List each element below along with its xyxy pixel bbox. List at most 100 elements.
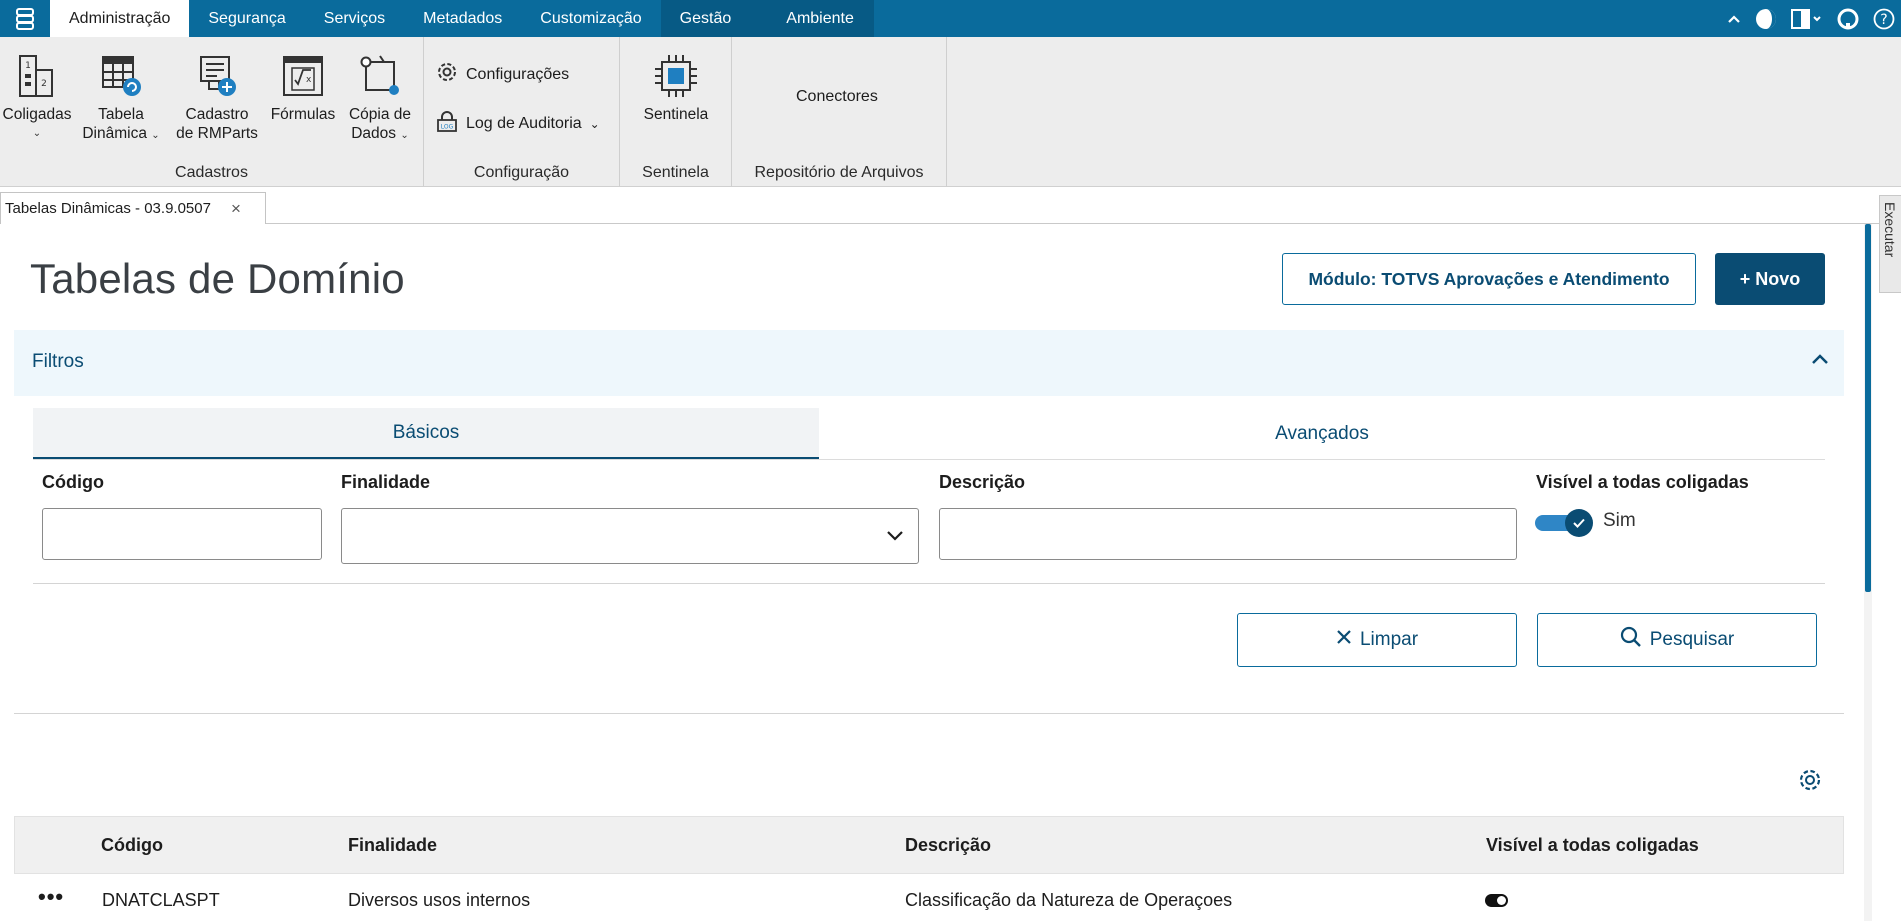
copia-dados-label-2: Dados	[351, 125, 397, 142]
filters-header[interactable]: Filtros	[14, 330, 1844, 396]
chevron-down-icon: ⌄	[32, 128, 42, 139]
cadastro-rmparts-label-2: de RMParts	[176, 125, 258, 142]
table-settings-gear-icon[interactable]	[1797, 767, 1823, 798]
document-tab[interactable]: Tabelas Dinâmicas - 03.9.0507 ×	[0, 192, 266, 224]
layout-icon[interactable]	[1791, 8, 1823, 30]
clear-button-label: Limpar	[1359, 629, 1419, 650]
scrollbar-thumb[interactable]	[1865, 224, 1871, 592]
svg-text:LOG: LOG	[441, 124, 454, 131]
column-header-visivel[interactable]: Visível a todas coligadas	[1486, 835, 1699, 856]
ribbon-group-repositorio: Conectores Repositório de Arquivos	[732, 37, 947, 187]
cell-descricao: Classificação da Natureza de Operaçoes	[905, 890, 1233, 910]
finalidade-select[interactable]	[341, 508, 919, 564]
search-button-label: Pesquisar	[1649, 629, 1735, 650]
column-header-codigo[interactable]: Código	[101, 835, 163, 856]
visivel-label: Visível a todas coligadas	[1536, 472, 1749, 492]
formulas-label: Fórmulas	[270, 106, 336, 123]
visivel-toggle[interactable]	[1535, 509, 1593, 537]
cadastro-rmparts-button[interactable]: Cadastro de RMParts	[170, 51, 264, 143]
conectores-button[interactable]: Conectores	[796, 88, 878, 106]
new-button[interactable]: + Novo	[1715, 253, 1825, 305]
top-menu-bar: Administração Segurança Serviços Metadad…	[0, 0, 1901, 37]
menu-tab-servicos[interactable]: Serviços	[305, 0, 404, 37]
table-refresh-icon	[99, 51, 143, 101]
copy-data-icon	[358, 51, 402, 101]
tab-basicos[interactable]: Básicos	[33, 408, 819, 460]
copia-dados-label-1: Cópia de	[348, 106, 412, 123]
coligadas-label: Coligadas	[2, 106, 72, 123]
building-icon: 12	[17, 51, 57, 101]
close-icon	[1336, 629, 1352, 651]
tabela-dinamica-button[interactable]: Tabela Dinâmica ⌄	[78, 51, 164, 145]
sentinela-button[interactable]: Sentinela	[634, 51, 718, 124]
formula-icon: x	[281, 51, 325, 101]
copia-dados-button[interactable]: Cópia de Dados ⌄	[342, 51, 418, 145]
chevron-up-icon[interactable]	[1810, 352, 1830, 371]
conectores-label: Conectores	[796, 88, 878, 105]
formulas-button[interactable]: x Fórmulas	[268, 51, 338, 124]
menu-tab-seguranca[interactable]: Segurança	[189, 0, 304, 37]
table-header: Código Finalidade Descrição Visível a to…	[14, 816, 1844, 874]
collapse-ribbon-icon[interactable]	[1727, 14, 1741, 24]
side-panel-tab[interactable]: Executar	[1879, 195, 1901, 293]
svg-text:?: ?	[1880, 12, 1887, 28]
section-divider	[14, 713, 1844, 714]
visivel-toggle-label: Sim	[1603, 510, 1636, 531]
descricao-input[interactable]	[939, 508, 1517, 560]
svg-text:2: 2	[41, 79, 47, 89]
log-lock-icon: LOG	[436, 110, 458, 137]
close-icon[interactable]: ×	[231, 199, 241, 219]
ribbon: 12 Coligadas ⌄ Tabela Dinâmica ⌄ Cadastr…	[0, 37, 1901, 187]
chevron-down-icon: ⌄	[589, 116, 600, 131]
chevron-down-icon: ⌄	[400, 130, 409, 141]
chevron-down-icon: ⌄	[151, 130, 160, 141]
totvs-logo-icon[interactable]	[1755, 8, 1777, 30]
tab-avancados[interactable]: Avançados	[819, 408, 1825, 460]
menu-tab-ambiente[interactable]: Ambiente	[750, 0, 874, 37]
log-auditoria-button[interactable]: LOG Log de Auditoria ⌄	[436, 110, 600, 137]
menu-tab-administracao[interactable]: Administração	[50, 0, 190, 37]
tabela-dinamica-label-1: Tabela	[98, 106, 144, 123]
finalidade-label: Finalidade	[341, 472, 431, 492]
svg-text:1: 1	[25, 61, 31, 71]
coligadas-button[interactable]: 12 Coligadas ⌄	[0, 51, 74, 143]
cell-codigo: DNATCLASPT	[102, 890, 220, 910]
configuracoes-label: Configurações	[466, 65, 570, 83]
column-header-descricao[interactable]: Descrição	[905, 835, 991, 856]
search-icon	[1620, 626, 1642, 654]
table-row[interactable]: ••• DNATCLASPT Diversos usos internos Cl…	[14, 874, 1844, 924]
filters-divider	[33, 583, 1825, 584]
row-actions-icon[interactable]: •••	[38, 884, 64, 910]
clear-button[interactable]: Limpar	[1237, 613, 1517, 667]
ribbon-group-sentinela: Sentinela Sentinela	[620, 37, 732, 187]
side-panel-label: Executar	[1882, 202, 1898, 258]
menu-tab-gestao[interactable]: Gestão	[660, 0, 751, 37]
form-add-icon	[195, 51, 239, 101]
ribbon-group-label-repositorio: Repositório de Arquivos	[754, 164, 924, 181]
tabela-dinamica-label-2: Dinâmica	[82, 125, 147, 142]
gear-icon	[436, 61, 458, 88]
ribbon-group-label-configuracao: Configuração	[473, 164, 570, 181]
filters-title: Filtros	[32, 351, 84, 372]
sentinela-label: Sentinela	[643, 106, 709, 123]
search-button[interactable]: Pesquisar	[1537, 613, 1817, 667]
document-tab-title: Tabelas Dinâmicas - 03.9.0507	[5, 200, 211, 217]
codigo-label: Código	[42, 472, 104, 492]
tabs-divider	[33, 459, 1825, 460]
column-header-finalidade[interactable]: Finalidade	[348, 835, 437, 856]
log-auditoria-label: Log de Auditoria	[466, 114, 582, 132]
cell-visivel-toggle	[1485, 894, 1508, 907]
chip-icon	[653, 51, 699, 101]
module-button[interactable]: Módulo: TOTVS Aprovações e Atendimento	[1282, 253, 1696, 305]
menu-tab-customizacao[interactable]: Customização	[521, 0, 660, 37]
ribbon-group-configuracao: Configurações LOG Log de Auditoria ⌄ Con…	[424, 37, 620, 187]
configuracoes-button[interactable]: Configurações	[436, 61, 569, 88]
page-title: Tabelas de Domínio	[30, 255, 405, 302]
app-menu-icon[interactable]	[0, 0, 50, 37]
check-icon	[1565, 509, 1593, 537]
codigo-input[interactable]	[42, 508, 322, 560]
descricao-label: Descrição	[939, 472, 1026, 492]
help-icon[interactable]: ?	[1873, 8, 1895, 30]
menu-tab-metadados[interactable]: Metadados	[404, 0, 521, 37]
support-icon[interactable]	[1837, 8, 1859, 30]
